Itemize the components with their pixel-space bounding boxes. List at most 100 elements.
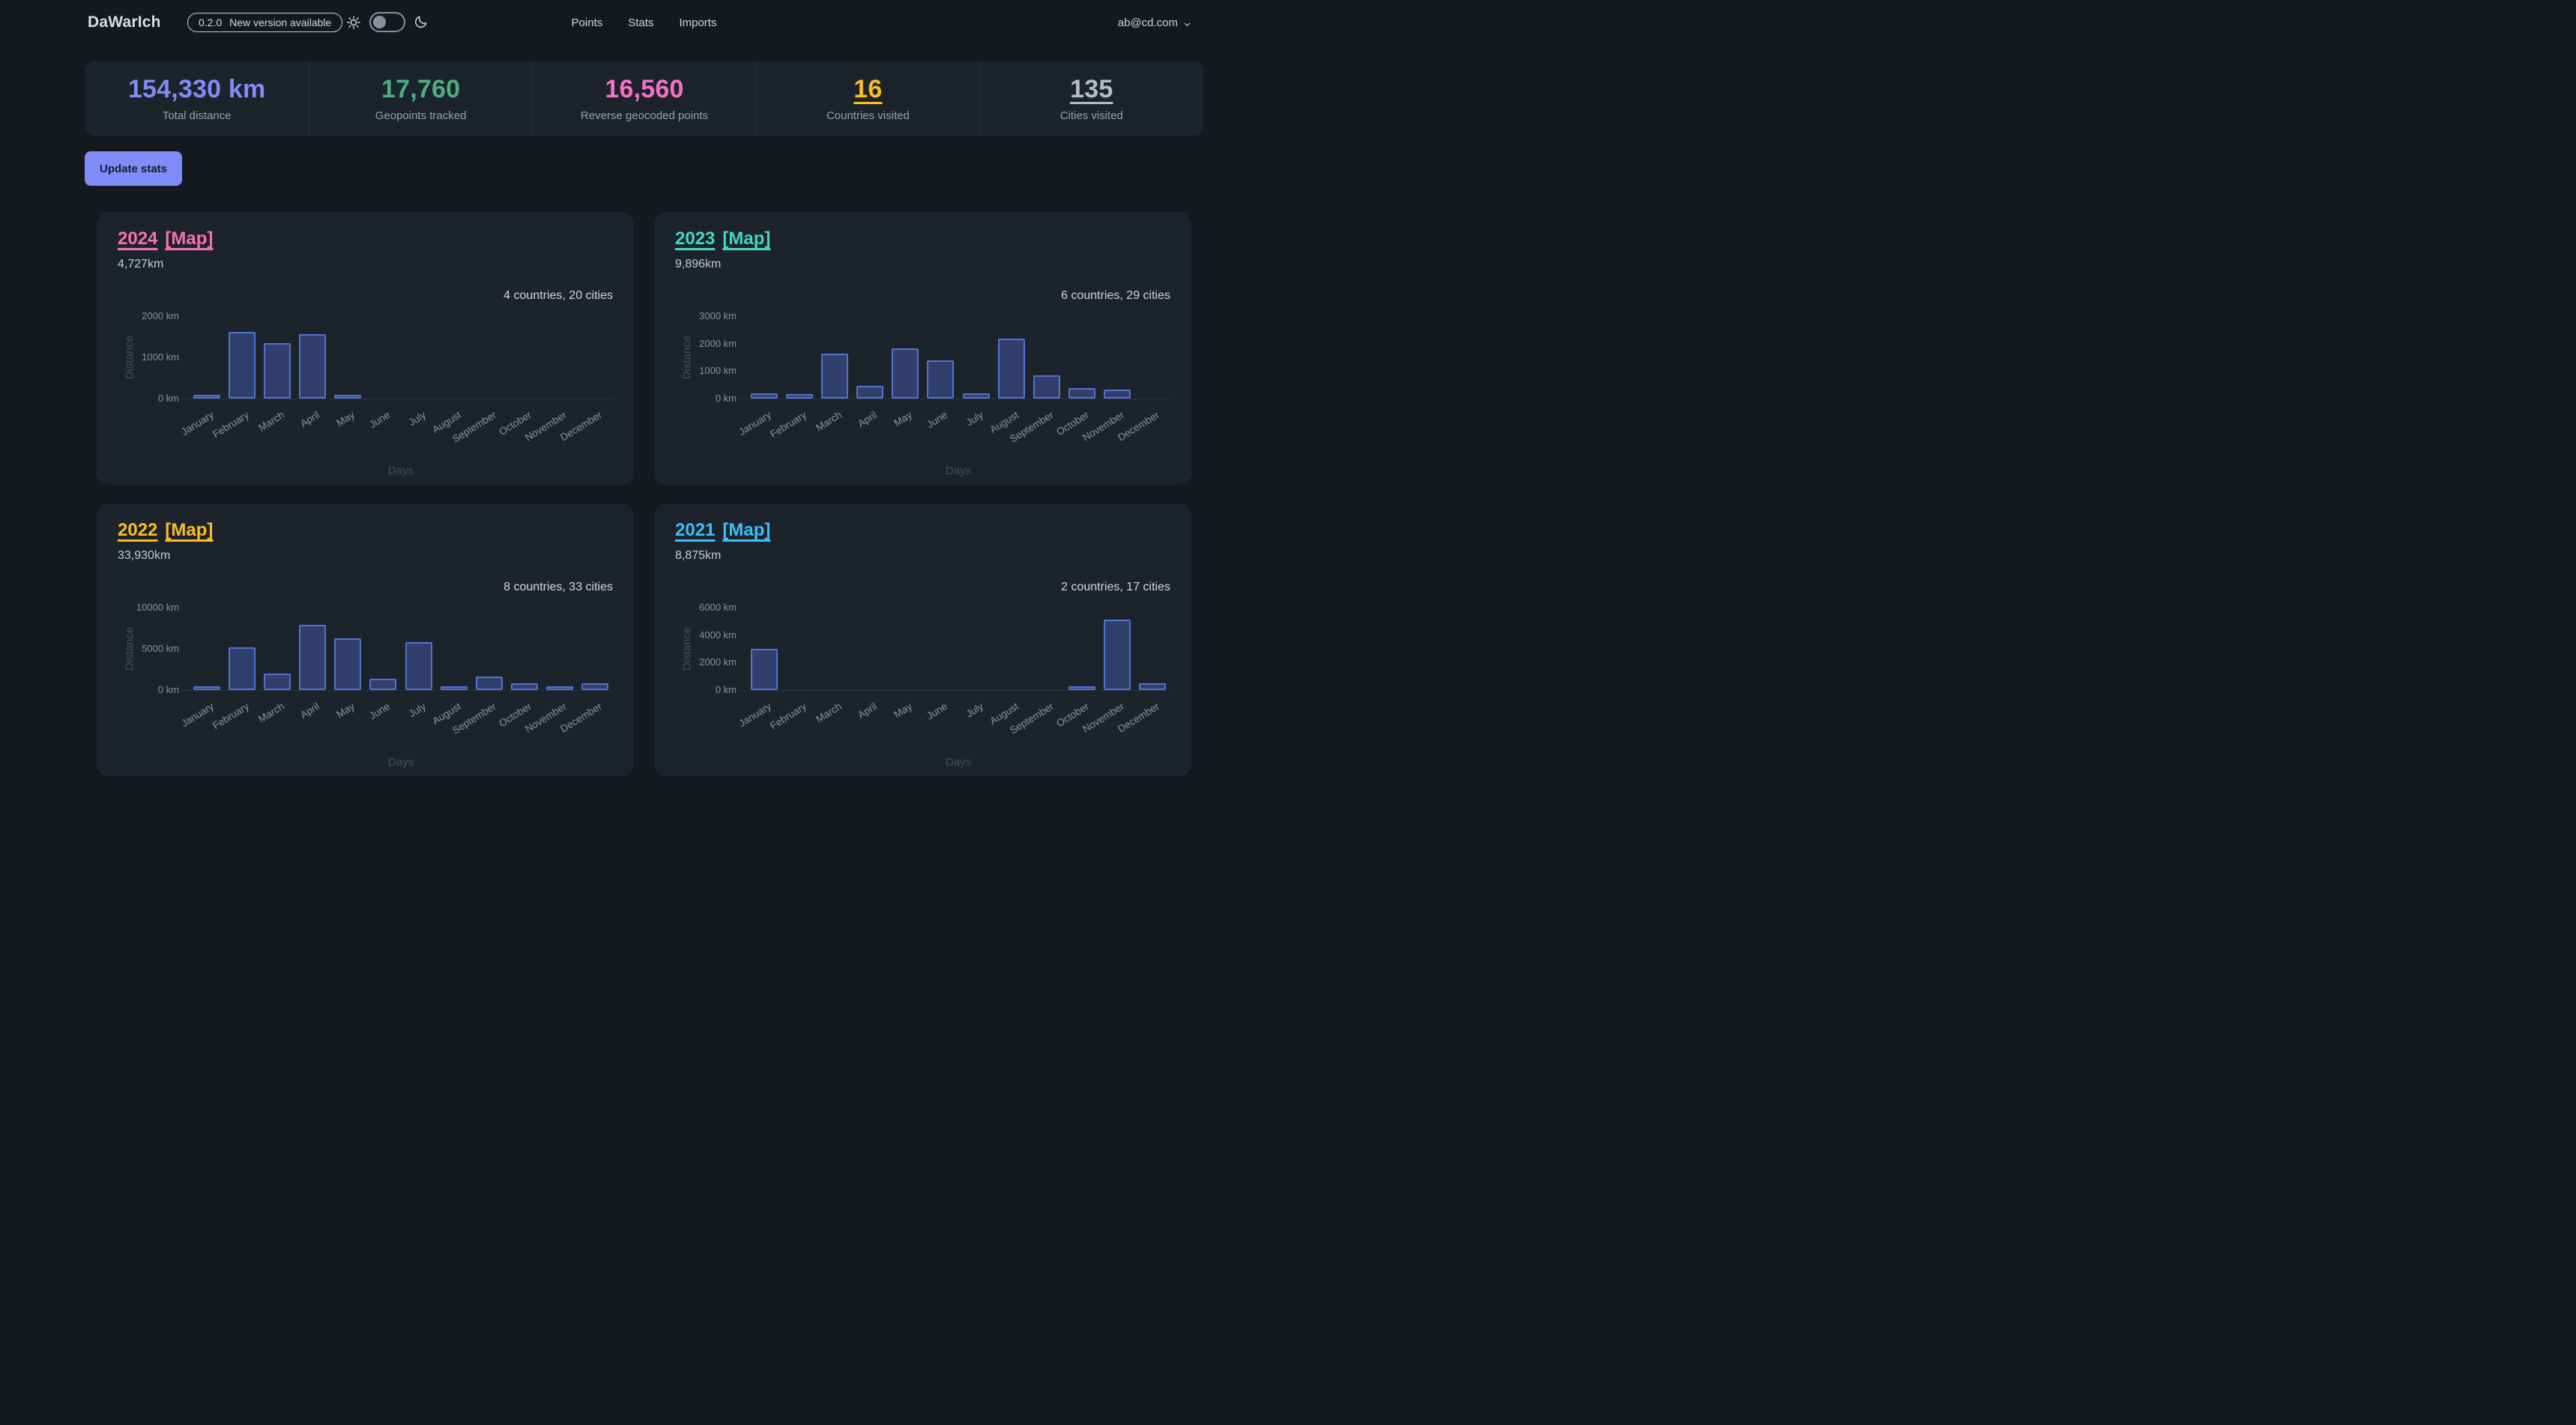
month-label: May (892, 409, 915, 429)
month-label: January (737, 701, 773, 729)
map-link-2022[interactable]: [Map] (165, 520, 213, 541)
bar-october[interactable] (1068, 388, 1095, 399)
bar-november[interactable] (1104, 390, 1131, 399)
x-axis-title: Days (388, 756, 414, 769)
month-label: April (298, 701, 321, 721)
user-email: ab@cd.com (1118, 16, 1178, 29)
y-tick-label: 2000 km (118, 310, 179, 321)
stat-value[interactable]: 135 (1070, 75, 1113, 104)
bar-january[interactable] (751, 649, 778, 690)
month-label: February (211, 409, 251, 440)
stat-cell-cities-visited: 135Cities visited (979, 61, 1203, 136)
month-label: July (406, 701, 427, 719)
month-label: July (964, 409, 985, 428)
bar-january[interactable] (193, 686, 220, 690)
bar-november[interactable] (1104, 620, 1131, 690)
bar-march[interactable] (264, 343, 291, 399)
month-label: April (856, 409, 879, 429)
month-label: July (406, 409, 427, 428)
bar-may[interactable] (892, 348, 919, 399)
stat-label: Reverse geocoded points (581, 109, 708, 122)
bar-june[interactable] (927, 360, 954, 399)
theme-toggle-knob (373, 16, 386, 28)
distance-bar-chart-2023: 6 countries, 29 citiesDistance0 km1000 k… (675, 271, 1170, 481)
month-label: April (856, 701, 879, 721)
month-label: June (925, 409, 950, 430)
bar-september[interactable] (1033, 375, 1060, 399)
bar-july[interactable] (963, 393, 990, 399)
bar-february[interactable] (229, 647, 256, 690)
user-menu[interactable]: ab@cd.com (1118, 0, 1191, 45)
nav-item-points[interactable]: Points (572, 16, 603, 29)
month-label: March (256, 409, 286, 434)
bar-october[interactable] (1068, 686, 1095, 690)
bar-august[interactable] (441, 686, 468, 690)
bar-april[interactable] (299, 334, 326, 399)
bar-june[interactable] (369, 679, 396, 690)
card-title: 2023 [Map] (675, 229, 1170, 249)
bar-november[interactable] (546, 686, 573, 690)
bar-december[interactable] (1139, 683, 1166, 690)
year-cards-grid: 2024[Map]4,727km4 countries, 20 citiesDi… (97, 212, 1191, 776)
y-tick-label: 4000 km (675, 629, 737, 641)
y-tick-label: 5000 km (118, 643, 179, 654)
map-link-2021[interactable]: [Map] (722, 520, 770, 541)
stat-value[interactable]: 16 (853, 75, 882, 104)
y-tick-label: 2000 km (675, 656, 737, 668)
year-card-2022: 2022[Map]33,930km8 countries, 33 citiesD… (97, 503, 634, 776)
stat-value: 17,760 (381, 75, 460, 104)
distance-bar-chart-2024: 4 countries, 20 citiesDistance0 km1000 k… (118, 271, 613, 481)
bar-april[interactable] (856, 386, 883, 399)
bar-february[interactable] (229, 332, 256, 399)
bar-may[interactable] (334, 395, 361, 399)
y-tick-label: 10000 km (118, 602, 179, 613)
month-label: May (335, 701, 357, 720)
bar-may[interactable] (334, 638, 361, 690)
version-badge[interactable]: 0.2.0 New version available (187, 13, 342, 32)
bar-march[interactable] (821, 354, 848, 399)
month-label: January (179, 701, 216, 729)
y-tick-label: 1000 km (675, 365, 737, 376)
bar-january[interactable] (751, 393, 778, 399)
stat-value: 154,330 km (128, 75, 266, 104)
year-card-2021: 2021[Map]8,875km2 countries, 17 citiesDi… (654, 503, 1191, 776)
y-tick-label: 3000 km (675, 310, 737, 321)
map-link-2024[interactable]: [Map] (165, 229, 213, 249)
countries-cities-summary: 6 countries, 29 cities (1061, 289, 1170, 303)
year-distance: 8,875km (675, 549, 1170, 563)
y-tick-label: 0 km (118, 684, 179, 695)
bar-january[interactable] (193, 395, 220, 399)
stat-label: Countries visited (826, 109, 910, 122)
x-axis-title: Days (388, 465, 414, 477)
bar-april[interactable] (299, 625, 326, 690)
year-link-2024[interactable]: 2024 (118, 229, 157, 249)
month-label: January (179, 409, 216, 438)
theme-toggle[interactable] (369, 12, 405, 32)
bar-july[interactable] (405, 642, 432, 690)
nav-item-imports[interactable]: Imports (679, 16, 716, 29)
year-link-2022[interactable]: 2022 (118, 520, 157, 541)
bar-october[interactable] (511, 683, 538, 690)
bar-september[interactable] (476, 677, 503, 690)
stat-cell-total-distance: 154,330 kmTotal distance (85, 61, 309, 136)
update-stats-button[interactable]: Update stats (85, 151, 182, 186)
month-label: February (768, 701, 808, 731)
sun-icon (346, 15, 361, 30)
y-tick-label: 0 km (675, 393, 737, 404)
bar-february[interactable] (786, 394, 813, 399)
app-header: DaWarIch 0.2.0 New version available Poi… (0, 0, 1288, 45)
month-label: February (211, 701, 251, 731)
year-link-2021[interactable]: 2021 (675, 520, 715, 541)
map-link-2023[interactable]: [Map] (722, 229, 770, 249)
bar-march[interactable] (264, 674, 291, 690)
x-axis-line (739, 690, 1170, 691)
month-label: February (768, 409, 808, 440)
version-message: New version available (229, 16, 331, 28)
year-link-2023[interactable]: 2023 (675, 229, 715, 249)
bar-december[interactable] (581, 683, 608, 690)
countries-cities-summary: 8 countries, 33 cities (504, 581, 613, 594)
bar-august[interactable] (998, 339, 1025, 399)
nav-item-stats[interactable]: Stats (628, 16, 653, 29)
app-logo: DaWarIch (88, 13, 161, 31)
card-title: 2022 [Map] (118, 520, 613, 541)
